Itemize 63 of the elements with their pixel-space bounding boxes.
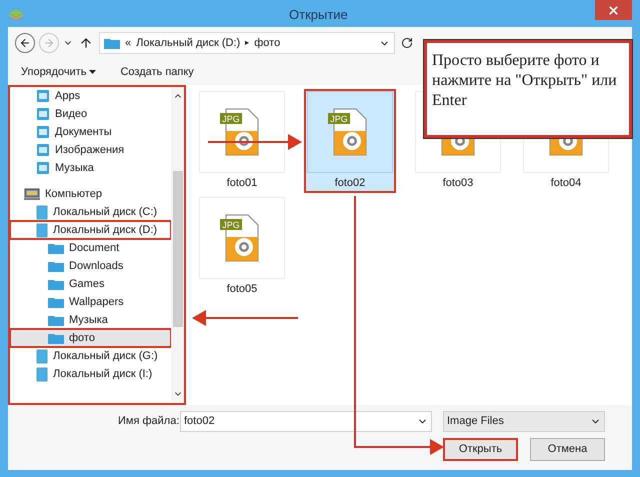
- library-icon: [36, 143, 50, 157]
- tree-item[interactable]: Видео: [10, 105, 171, 123]
- breadcrumb-separator: ▸: [245, 37, 250, 49]
- folder-icon: [104, 37, 120, 49]
- breadcrumb-item[interactable]: фото: [254, 34, 280, 52]
- library-icon: [36, 89, 50, 103]
- up-icon: [79, 36, 93, 50]
- tree-item[interactable]: Локальный диск (G:): [10, 347, 171, 365]
- filename-field[interactable]: foto02: [180, 411, 432, 432]
- drive-icon: [36, 204, 48, 220]
- dialog-button[interactable]: Отмена: [530, 438, 605, 461]
- refresh-icon[interactable]: [401, 37, 413, 49]
- breadcrumb-item[interactable]: Локальный диск (D:): [136, 34, 240, 52]
- folder-icon: [48, 296, 64, 308]
- address-field[interactable]: « Локальный диск (D:) ▸ фото: [99, 32, 395, 54]
- close-icon: [607, 4, 620, 16]
- file-item[interactable]: JPG foto02: [306, 91, 394, 191]
- library-icon: [36, 107, 50, 121]
- tree-item[interactable]: Wallpapers: [10, 293, 171, 311]
- scrollbar[interactable]: [171, 87, 184, 403]
- forward-icon: [43, 37, 55, 49]
- new-folder-button[interactable]: Создать папку: [120, 64, 194, 80]
- tree-item[interactable]: Локальный диск (I:): [10, 365, 171, 383]
- tree-item[interactable]: фото: [10, 329, 171, 347]
- tree-item[interactable]: Компьютер: [10, 185, 171, 203]
- tree-item[interactable]: Apps: [10, 87, 171, 105]
- folder-icon: [48, 332, 64, 344]
- tree-item[interactable]: Документы: [10, 123, 171, 141]
- file-name: foto05: [226, 282, 258, 296]
- drive-icon: [36, 348, 48, 364]
- folder-icon: [48, 278, 64, 290]
- folder-icon: [48, 260, 64, 272]
- folder-icon: [48, 242, 64, 254]
- caret-icon: [89, 70, 96, 74]
- tree-item[interactable]: Музыка: [10, 159, 171, 177]
- file-name: foto02: [334, 176, 366, 190]
- tree-item[interactable]: Downloads: [10, 257, 171, 275]
- computer-icon: [24, 188, 40, 200]
- drive-icon: [36, 366, 48, 382]
- tree-item[interactable]: Document: [10, 239, 171, 257]
- close-button[interactable]: [595, 0, 632, 20]
- tree-item[interactable]: Изображения: [10, 141, 171, 159]
- app-icon: [8, 6, 24, 20]
- drive-icon: [36, 222, 48, 238]
- back-icon: [19, 37, 31, 49]
- file-name: foto04: [550, 176, 582, 190]
- library-icon: [36, 161, 50, 175]
- filetype-select[interactable]: Image Files: [443, 411, 605, 432]
- window-title: Открытие: [289, 6, 348, 24]
- back-button[interactable]: [15, 33, 35, 53]
- filename-label: Имя файла:: [118, 414, 180, 430]
- folder-icon: [48, 314, 64, 326]
- tree-item[interactable]: Локальный диск (D:): [10, 221, 171, 239]
- file-name: foto03: [442, 176, 474, 190]
- file-name: foto01: [226, 176, 258, 190]
- breadcrumb-overflow[interactable]: «: [125, 34, 132, 52]
- instruction-tooltip: Просто выберите фото и нажмите на "Открыть" или Enter: [424, 40, 632, 138]
- dialog-button[interactable]: Открыть: [443, 438, 518, 461]
- library-icon: [36, 125, 50, 139]
- tree-item[interactable]: Games: [10, 275, 171, 293]
- tree-item[interactable]: Музыка: [10, 311, 171, 329]
- organize-button[interactable]: Упорядочить: [21, 64, 96, 80]
- tree-item[interactable]: Локальный диск (C:): [10, 203, 171, 221]
